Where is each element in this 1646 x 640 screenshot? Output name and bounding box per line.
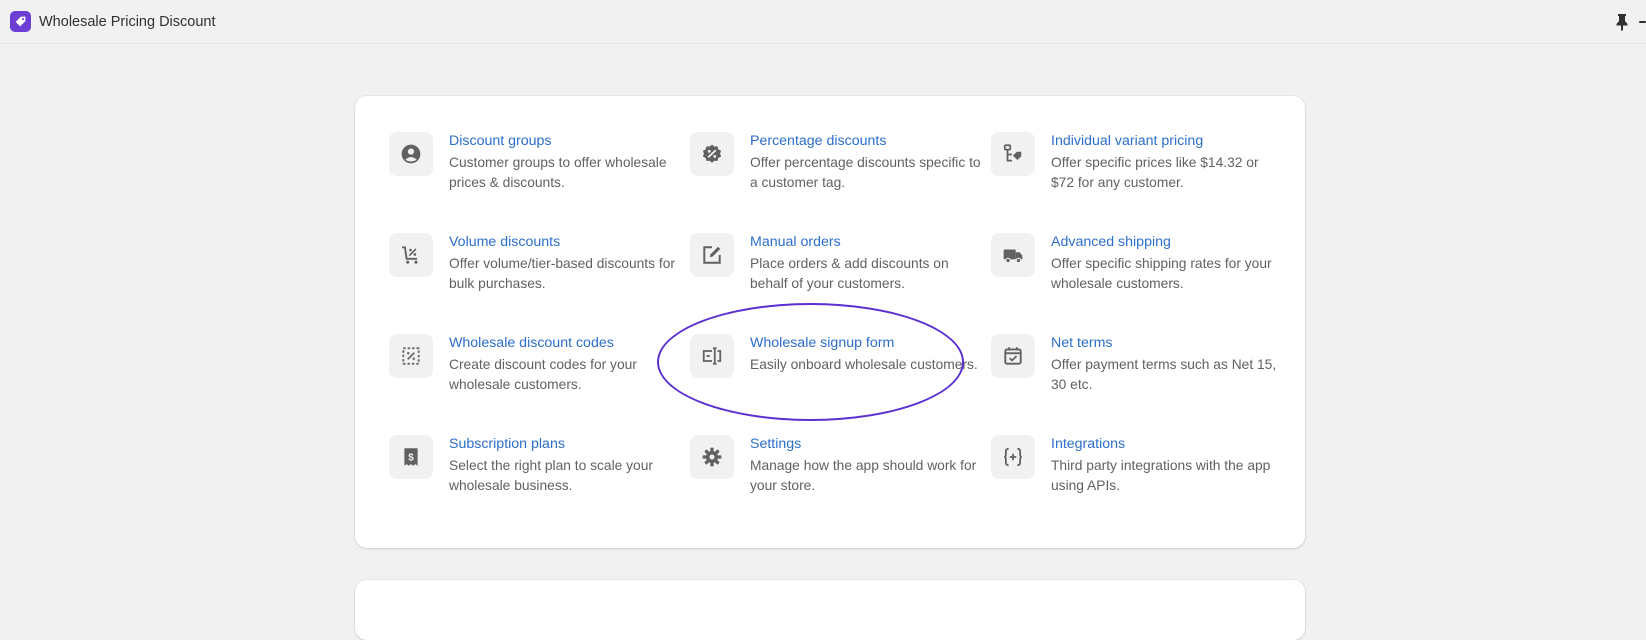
pin-icon[interactable]: [1614, 13, 1630, 31]
tile-description: Offer specific prices like $14.32 or $72…: [1051, 155, 1259, 190]
code-braces-icon: [991, 435, 1035, 479]
tile-description: Offer percentage discounts specific to a…: [750, 155, 981, 190]
tile-title-link[interactable]: Discount groups: [449, 132, 681, 150]
calendar-check-icon: [991, 334, 1035, 378]
tile-description: Offer specific shipping rates for your w…: [1051, 256, 1272, 291]
tile-description: Easily onboard wholesale customers.: [750, 357, 978, 372]
percent-badge-icon: [690, 132, 734, 176]
tile-title-link[interactable]: Advanced shipping: [1051, 233, 1283, 251]
more-actions-icon[interactable]: [1639, 21, 1646, 23]
tile-description: Select the right plan to scale your whol…: [449, 458, 654, 493]
customer-icon: [389, 132, 433, 176]
form-field-icon: [690, 334, 734, 378]
tile-subscription-plans: $ Subscription plans Select the right pl…: [389, 435, 690, 536]
tile-discount-groups: Discount groups Customer groups to offer…: [389, 132, 690, 233]
tile-title-link[interactable]: Wholesale signup form: [750, 334, 982, 352]
receipt-dollar-icon: $: [389, 435, 433, 479]
tile-settings: Settings Manage how the app should work …: [690, 435, 991, 536]
secondary-card: [355, 580, 1305, 640]
tile-title-link[interactable]: Settings: [750, 435, 982, 453]
svg-text:$: $: [408, 452, 414, 463]
gear-icon: [690, 435, 734, 479]
app-title: Wholesale Pricing Discount: [39, 13, 216, 30]
tile-title-link[interactable]: Manual orders: [750, 233, 982, 251]
tile-description: Place orders & add discounts on behalf o…: [750, 256, 949, 291]
variant-price-tag-icon: [991, 132, 1035, 176]
tile-description: Third party integrations with the app us…: [1051, 458, 1271, 493]
tile-description: Manage how the app should work for your …: [750, 458, 977, 493]
tile-description: Offer volume/tier-based discounts for bu…: [449, 256, 675, 291]
app-topbar: Wholesale Pricing Discount: [0, 0, 1646, 44]
tile-title-link[interactable]: Volume discounts: [449, 233, 681, 251]
truck-icon: [991, 233, 1035, 277]
discount-code-icon: [389, 334, 433, 378]
tile-advanced-shipping: Advanced shipping Offer specific shippin…: [991, 233, 1292, 334]
tile-title-link[interactable]: Subscription plans: [449, 435, 681, 453]
tile-description: Customer groups to offer wholesale price…: [449, 155, 667, 190]
cart-discount-icon: [389, 233, 433, 277]
tile-description: Create discount codes for your wholesale…: [449, 357, 637, 392]
tile-wholesale-signup-form: Wholesale signup form Easily onboard who…: [690, 334, 991, 435]
tile-net-terms: Net terms Offer payment terms such as Ne…: [991, 334, 1292, 435]
tile-title-link[interactable]: Percentage discounts: [750, 132, 982, 150]
tile-manual-orders: Manual orders Place orders & add discoun…: [690, 233, 991, 334]
tile-description: Offer payment terms such as Net 15, 30 e…: [1051, 357, 1277, 392]
tile-title-link[interactable]: Integrations: [1051, 435, 1283, 453]
app-logo-icon: [10, 11, 31, 32]
features-card: Discount groups Customer groups to offer…: [355, 96, 1305, 548]
tile-title-link[interactable]: Wholesale discount codes: [449, 334, 681, 352]
tile-title-link[interactable]: Net terms: [1051, 334, 1283, 352]
tile-integrations: Integrations Third party integrations wi…: [991, 435, 1292, 536]
tile-volume-discounts: Volume discounts Offer volume/tier-based…: [389, 233, 690, 334]
tile-individual-variant-pricing: Individual variant pricing Offer specifi…: [991, 132, 1292, 233]
tile-percentage-discounts: Percentage discounts Offer percentage di…: [690, 132, 991, 233]
tile-title-link[interactable]: Individual variant pricing: [1051, 132, 1283, 150]
edit-order-icon: [690, 233, 734, 277]
features-grid: Discount groups Customer groups to offer…: [389, 132, 1292, 536]
tile-wholesale-discount-codes: Wholesale discount codes Create discount…: [389, 334, 690, 435]
